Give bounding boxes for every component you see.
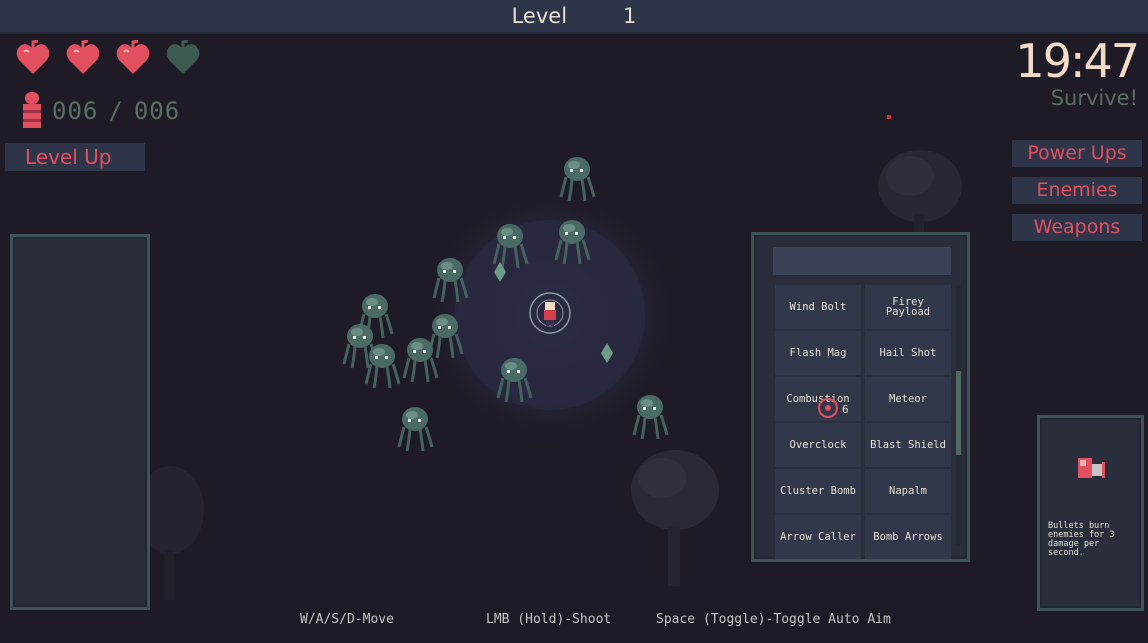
weapon-name: Bomb Arrows <box>873 531 943 543</box>
weapon-name: Firey Payload <box>885 296 931 318</box>
enemy-squid <box>559 155 596 203</box>
level-number: 1 <box>623 4 637 28</box>
weapon-name: Overclock <box>789 439 847 451</box>
weapon-icon <box>1078 458 1105 478</box>
weapons-panel-header <box>773 247 951 275</box>
ammo-separator: / <box>108 97 124 125</box>
enemy-squid <box>397 405 434 453</box>
scrollbar-thumb[interactable] <box>956 371 961 455</box>
enemy-squid <box>364 342 401 390</box>
bullet-icon <box>23 92 41 128</box>
left-info-panel <box>10 234 150 610</box>
weapon-name: Meteor <box>889 393 927 405</box>
weapon-cell[interactable]: Overclock <box>775 423 861 467</box>
heart-empty-icon <box>166 40 200 76</box>
selected-count: 6 <box>842 403 849 416</box>
ammo-current: 006 <box>52 97 99 125</box>
weapon-description: Bullets burn enemies for 3 damage per se… <box>1048 521 1115 558</box>
weapon-cell[interactable]: Firey Payload <box>865 285 951 329</box>
xp-crystal <box>601 343 613 363</box>
enemies-button[interactable]: Enemies <box>1012 177 1142 204</box>
weapon-cell[interactable]: Bomb Arrows <box>865 515 951 559</box>
weapon-cell[interactable]: Arrow Caller <box>775 515 861 559</box>
hint-aim: Space (Toggle)-Toggle Auto Aim <box>656 612 891 627</box>
ammo-counter: 006 / 006 <box>22 92 180 130</box>
ammo-max: 006 <box>133 97 181 125</box>
hint-shoot: LMB (Hold)-Shoot <box>486 612 612 627</box>
weapon-name: Napalm <box>889 485 927 497</box>
weapon-name: Flash Mag <box>789 347 847 359</box>
enemy-projectile <box>887 115 891 119</box>
weapon-cell[interactable]: Meteor <box>865 377 951 421</box>
heart-full-icon <box>116 40 150 76</box>
objective-text: Survive! <box>1050 86 1138 110</box>
health-hearts <box>16 40 200 76</box>
weapon-cell[interactable]: Flash Mag <box>775 331 861 375</box>
weapon-cell[interactable]: Blast Shield <box>865 423 951 467</box>
level-up-button[interactable]: Level Up <box>5 143 145 171</box>
weapon-cell[interactable]: Wind Bolt <box>775 285 861 329</box>
enemy-squid <box>554 218 591 266</box>
weapon-name: Cluster Bomb <box>780 485 856 497</box>
weapon-cell[interactable]: Cluster Bomb <box>775 469 861 513</box>
weapon-name: Wind Bolt <box>789 301 847 313</box>
weapon-name: Arrow Caller <box>780 531 856 543</box>
hint-move: W/A/S/D-Move <box>300 612 394 627</box>
weapons-button[interactable]: Weapons <box>1012 214 1142 241</box>
heart-full-icon <box>16 40 50 76</box>
weapon-cell[interactable]: Combustion 6 <box>775 377 861 421</box>
weapon-cell[interactable]: Hail Shot <box>865 331 951 375</box>
weapon-detail-panel: Bullets burn enemies for 3 damage per se… <box>1037 415 1144 611</box>
weapon-cell[interactable]: Napalm <box>865 469 951 513</box>
tree <box>631 450 719 586</box>
xp-crystal <box>494 262 506 282</box>
level-bar: Level 1 <box>0 0 1148 34</box>
enemy-squid <box>432 256 469 304</box>
tree <box>140 466 204 600</box>
weapon-name: Blast Shield <box>870 439 946 451</box>
player-character <box>529 292 571 334</box>
enemy-squid <box>632 393 669 441</box>
weapons-grid: Wind Bolt Firey Payload Flash Mag Hail Shot… <box>775 285 951 559</box>
weapon-name: Hail Shot <box>879 347 937 359</box>
enemy-squid <box>496 356 533 404</box>
level-label: Level <box>511 4 568 28</box>
survival-timer: 19:47 <box>1015 34 1140 88</box>
target-cursor-icon <box>818 398 838 418</box>
enemy-squid <box>402 336 439 384</box>
weapons-panel: Wind Bolt Firey Payload Flash Mag Hail Shot… <box>751 232 970 562</box>
heart-full-icon <box>66 40 100 76</box>
power-ups-button[interactable]: Power Ups <box>1012 140 1142 167</box>
